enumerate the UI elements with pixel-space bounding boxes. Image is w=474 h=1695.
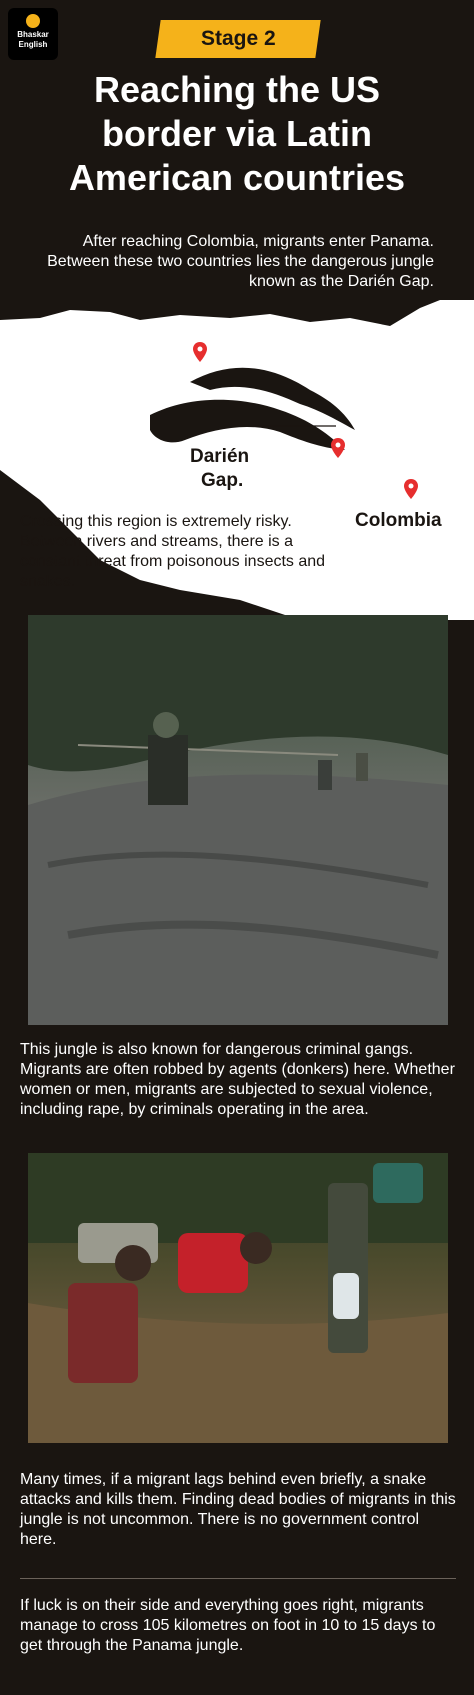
intro-text: After reaching Colombia, migrants enter …	[47, 233, 434, 290]
infographic-page: Bhaskar English Stage 2 Reaching the US …	[0, 0, 474, 1695]
panama-label: Panama	[219, 340, 292, 361]
stage-badge: Stage 2	[155, 20, 321, 58]
darien-pin-icon	[331, 438, 345, 458]
bhaskar-logo[interactable]: Bhaskar English	[8, 8, 58, 60]
crossing-distance-text: If luck is on their side and everything …	[20, 1597, 436, 1654]
crossing-risk-text: Crossing this region is extremely risky.…	[20, 513, 326, 590]
colombia-pin-icon	[404, 479, 418, 499]
colombia-label: Colombia	[355, 510, 442, 531]
sun-icon	[26, 14, 40, 28]
jungle-trail-photo	[28, 615, 448, 1025]
logo-line-1: Bhaskar	[17, 30, 49, 39]
jungle-trail-illustration	[28, 615, 448, 1025]
section-divider	[20, 1578, 456, 1579]
title-line-1: Reaching the US	[93, 69, 381, 110]
criminal-gangs-text: This jungle is also known for dangerous …	[20, 1041, 455, 1118]
stage-label: Stage 2	[200, 27, 276, 50]
darien-label-line-2: Gap.	[201, 470, 244, 491]
panama-pin-icon	[193, 342, 207, 362]
snake-danger-text: Many times, if a migrant lags behind eve…	[20, 1471, 456, 1548]
migrants-resting-photo	[28, 1153, 448, 1443]
title-line-2: border via Latin	[101, 113, 373, 154]
logo-line-2: English	[18, 40, 48, 49]
migrants-resting-illustration	[28, 1153, 448, 1443]
page-title: Reaching the US border via Latin America…	[20, 68, 454, 200]
title-line-3: American countries	[68, 157, 406, 198]
darien-label-line-1: Darién	[190, 446, 250, 467]
